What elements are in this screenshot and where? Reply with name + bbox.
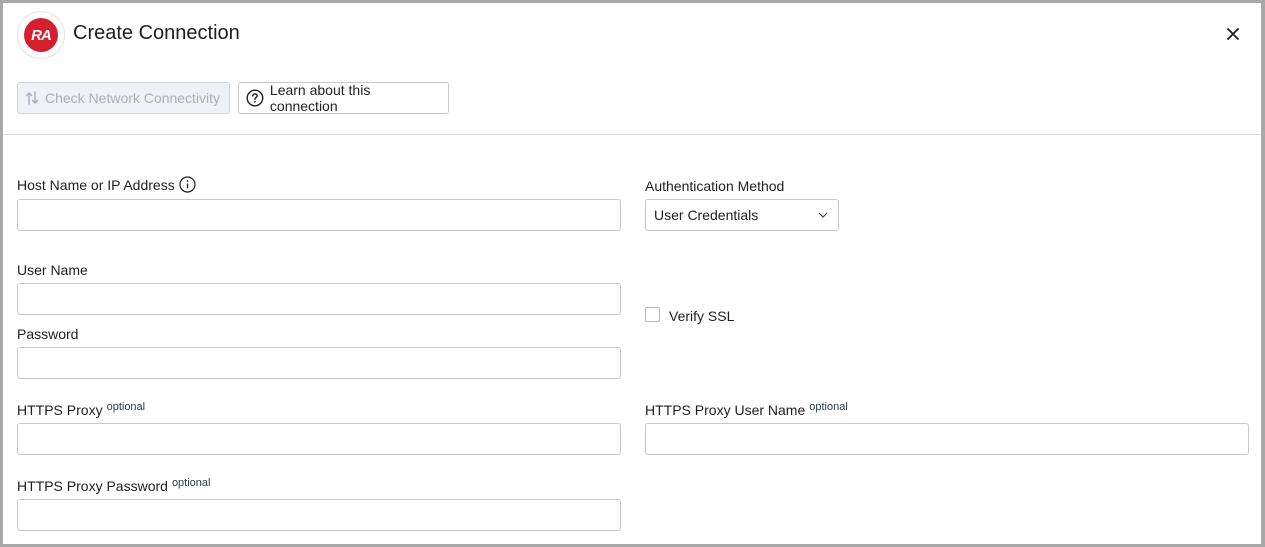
learn-about-connection-button[interactable]: Learn about this connection [238,82,449,114]
user-name-input[interactable] [17,283,621,315]
network-transfer-icon [25,91,39,105]
brand-logo: RA [17,11,65,59]
dialog-header: RA Create Connection Check Network Conne… [3,3,1261,135]
close-button[interactable] [1221,22,1245,46]
check-network-connectivity-label: Check Network Connectivity [45,90,221,106]
optional-tag: optional [171,477,211,489]
create-connection-dialog: RA Create Connection Check Network Conne… [3,3,1261,544]
verify-ssl-checkbox[interactable] [645,307,660,322]
password-input[interactable] [17,347,621,379]
https-proxy-password-input[interactable] [17,499,621,531]
password-label: Password [17,326,79,342]
optional-tag: optional [106,401,146,413]
brand-logo-mark: RA [24,18,58,52]
https-proxy-label: HTTPS Proxy optional [17,401,146,418]
check-network-connectivity-button[interactable]: Check Network Connectivity [17,82,230,114]
verify-ssl-label: Verify SSL [669,308,735,324]
https-proxy-password-label-text: HTTPS Proxy Password [17,478,168,494]
https-proxy-user-label-text: HTTPS Proxy User Name [645,402,806,418]
https-proxy-label-text: HTTPS Proxy [17,402,103,418]
learn-about-connection-label: Learn about this connection [269,82,371,114]
info-icon[interactable] [179,176,196,193]
host-label-text: Host Name or IP Address [17,176,175,193]
optional-tag: optional [809,401,848,413]
https-proxy-password-label: HTTPS Proxy Password optional [17,477,211,494]
auth-method-label: Authentication Method [645,178,785,194]
https-proxy-input[interactable] [17,423,621,455]
dialog-title: Create Connection [73,22,240,44]
auth-method-select[interactable]: User Credentials [645,199,839,231]
auth-method-value: User Credentials [654,207,759,223]
https-proxy-user-input[interactable] [645,423,1249,455]
https-proxy-user-label: HTTPS Proxy User Name optional [645,401,848,418]
close-icon [1227,28,1239,40]
host-input[interactable] [17,199,621,231]
host-label: Host Name or IP Address [17,176,196,193]
help-circle-icon [246,89,264,107]
user-name-label: User Name [17,262,88,278]
chevron-down-icon [818,212,828,218]
